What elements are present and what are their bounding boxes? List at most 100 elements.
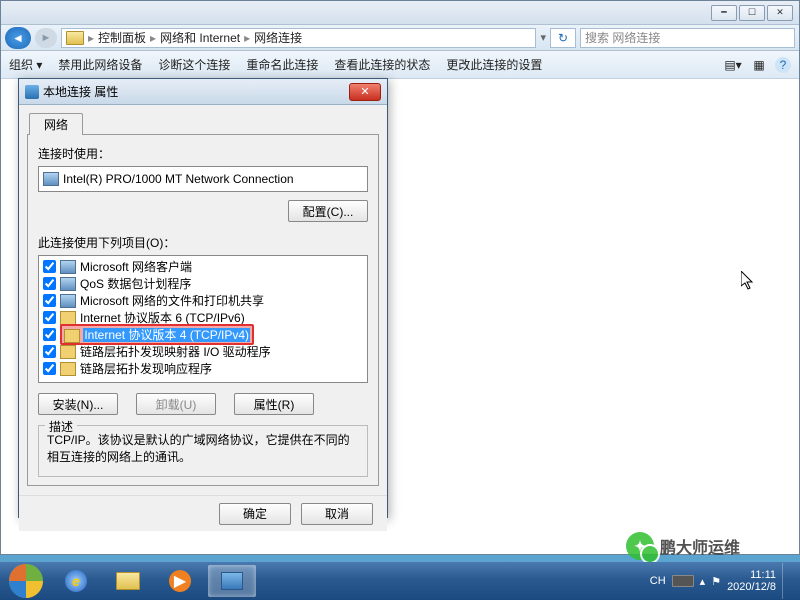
start-button[interactable] bbox=[4, 563, 48, 599]
command-bar: 组织 ▾ 禁用此网络设备 诊断这个连接 重命名此连接 查看此连接的状态 更改此连… bbox=[1, 51, 799, 79]
maximize-button[interactable]: ☐ bbox=[739, 5, 765, 21]
description-text: TCP/IP。该协议是默认的广域网络协议，它提供在不同的相互连接的网络上的通讯。 bbox=[47, 432, 359, 466]
minimize-button[interactable]: ━ bbox=[711, 5, 737, 21]
view-mode-icon[interactable]: ▤▾ bbox=[723, 56, 743, 74]
help-icon[interactable]: ? bbox=[775, 57, 791, 73]
language-indicator[interactable]: CH bbox=[650, 575, 666, 587]
ok-button[interactable]: 确定 bbox=[219, 503, 291, 525]
adapter-field: Intel(R) PRO/1000 MT Network Connection bbox=[38, 166, 368, 192]
component-icon bbox=[60, 311, 76, 325]
tray-date: 2020/12/8 bbox=[727, 581, 776, 593]
list-item: Microsoft 网络的文件和打印机共享 bbox=[39, 292, 367, 309]
item-checkbox[interactable] bbox=[43, 260, 56, 273]
dialog-titlebar: 本地连接 属性 ✕ bbox=[19, 79, 387, 105]
windows-logo-icon bbox=[9, 564, 43, 598]
description-legend: 描述 bbox=[45, 418, 77, 435]
taskbar-item-network[interactable] bbox=[208, 565, 256, 597]
adapter-name: Intel(R) PRO/1000 MT Network Connection bbox=[63, 172, 294, 186]
items-listbox[interactable]: Microsoft 网络客户端 QoS 数据包计划程序 Microsoft 网络… bbox=[38, 255, 368, 383]
tray-time: 11:11 bbox=[727, 569, 776, 581]
item-checkbox[interactable] bbox=[43, 311, 56, 324]
taskbar-item-wmp[interactable]: ▶ bbox=[156, 565, 204, 597]
adapter-icon bbox=[43, 172, 59, 186]
list-item: Microsoft 网络客户端 bbox=[39, 258, 367, 275]
breadcrumb-part[interactable]: 网络连接 bbox=[254, 29, 302, 46]
list-item: QoS 数据包计划程序 bbox=[39, 275, 367, 292]
list-item: 链路层拓扑发现响应程序 bbox=[39, 360, 367, 377]
back-button[interactable]: ◄ bbox=[5, 27, 31, 49]
item-checkbox[interactable] bbox=[43, 328, 56, 341]
breadcrumb-sep: ▸ bbox=[150, 31, 156, 45]
folder-icon bbox=[66, 31, 84, 45]
item-checkbox[interactable] bbox=[43, 345, 56, 358]
item-label: Internet 协议版本 4 (TCP/IPv4) bbox=[83, 328, 250, 342]
item-label: QoS 数据包计划程序 bbox=[80, 275, 191, 292]
cancel-button[interactable]: 取消 bbox=[301, 503, 373, 525]
change-settings-button[interactable]: 更改此连接的设置 bbox=[446, 56, 542, 73]
uninstall-button: 卸载(U) bbox=[136, 393, 216, 415]
search-placeholder: 搜索 网络连接 bbox=[585, 29, 660, 46]
list-item-selected: Internet 协议版本 4 (TCP/IPv4) bbox=[39, 326, 367, 343]
item-label: Microsoft 网络客户端 bbox=[80, 258, 192, 275]
item-checkbox[interactable] bbox=[43, 362, 56, 375]
item-label: 链路层拓扑发现响应程序 bbox=[80, 360, 212, 377]
item-checkbox[interactable] bbox=[43, 294, 56, 307]
wechat-icon: ✦ bbox=[626, 532, 654, 560]
dialog-title: 本地连接 属性 bbox=[43, 83, 118, 100]
breadcrumb-part[interactable]: 网络和 Internet bbox=[160, 29, 240, 46]
tab-strip: 网络 bbox=[19, 111, 387, 135]
list-item: 链路层拓扑发现映射器 I/O 驱动程序 bbox=[39, 343, 367, 360]
breadcrumb-part[interactable]: 控制面板 bbox=[98, 29, 146, 46]
tray-chevron-icon[interactable]: ▴ bbox=[700, 575, 706, 588]
properties-dialog: 本地连接 属性 ✕ 网络 连接时使用： Intel(R) PRO/1000 MT… bbox=[18, 78, 388, 518]
show-desktop-button[interactable] bbox=[782, 563, 790, 599]
breadcrumb[interactable]: ▸ 控制面板 ▸ 网络和 Internet ▸ 网络连接 bbox=[61, 28, 536, 48]
component-icon bbox=[60, 345, 76, 359]
item-label: 链路层拓扑发现映射器 I/O 驱动程序 bbox=[80, 343, 271, 360]
component-icon bbox=[60, 294, 76, 308]
clock[interactable]: 11:11 2020/12/8 bbox=[727, 569, 776, 593]
tab-network[interactable]: 网络 bbox=[29, 113, 83, 135]
component-icon bbox=[60, 277, 76, 291]
taskbar-item-ie[interactable]: e bbox=[52, 565, 100, 597]
ie-icon: e bbox=[65, 570, 87, 592]
refresh-button[interactable]: ↻ bbox=[550, 28, 576, 48]
configure-button[interactable]: 配置(C)... bbox=[288, 200, 368, 222]
install-button[interactable]: 安装(N)... bbox=[38, 393, 118, 415]
properties-button[interactable]: 属性(R) bbox=[234, 393, 314, 415]
rename-button[interactable]: 重命名此连接 bbox=[246, 56, 318, 73]
keyboard-icon[interactable] bbox=[672, 575, 694, 587]
network-icon bbox=[221, 572, 243, 590]
items-label: 此连接使用下列项目(O)： bbox=[38, 234, 368, 251]
component-icon bbox=[64, 329, 80, 343]
dialog-close-button[interactable]: ✕ bbox=[349, 83, 381, 101]
forward-button[interactable]: ► bbox=[35, 28, 57, 48]
taskbar-item-explorer[interactable] bbox=[104, 565, 152, 597]
tab-panel: 连接时使用： Intel(R) PRO/1000 MT Network Conn… bbox=[27, 134, 379, 486]
description-frame: 描述 TCP/IP。该协议是默认的广域网络协议，它提供在不同的相互连接的网络上的… bbox=[38, 425, 368, 477]
system-tray: CH ▴ ⚑ 11:11 2020/12/8 bbox=[650, 563, 796, 599]
breadcrumb-dropdown-icon[interactable]: ▾ bbox=[540, 31, 546, 44]
taskbar: e ▶ CH ▴ ⚑ 11:11 2020/12/8 bbox=[0, 562, 800, 600]
watermark: ✦ 鹏大师运维 bbox=[626, 532, 740, 560]
diagnose-button[interactable]: 诊断这个连接 bbox=[158, 56, 230, 73]
item-checkbox[interactable] bbox=[43, 277, 56, 290]
connection-icon bbox=[25, 85, 39, 99]
watermark-text: 鹏大师运维 bbox=[660, 534, 740, 558]
breadcrumb-sep: ▸ bbox=[88, 31, 94, 45]
search-input[interactable]: 搜索 网络连接 bbox=[580, 28, 795, 48]
action-center-icon[interactable]: ⚑ bbox=[711, 575, 721, 588]
component-icon bbox=[60, 260, 76, 274]
explorer-icon bbox=[116, 572, 140, 590]
item-label: Microsoft 网络的文件和打印机共享 bbox=[80, 292, 264, 309]
close-button[interactable]: ✕ bbox=[767, 5, 793, 21]
navigation-bar: ◄ ► ▸ 控制面板 ▸ 网络和 Internet ▸ 网络连接 ▾ ↻ 搜索 … bbox=[1, 25, 799, 51]
details-pane-icon[interactable]: ▦ bbox=[749, 56, 769, 74]
breadcrumb-sep: ▸ bbox=[244, 31, 250, 45]
wmp-icon: ▶ bbox=[169, 570, 191, 592]
view-status-button[interactable]: 查看此连接的状态 bbox=[334, 56, 430, 73]
disable-device-button[interactable]: 禁用此网络设备 bbox=[58, 56, 142, 73]
component-icon bbox=[60, 362, 76, 376]
organize-menu[interactable]: 组织 ▾ bbox=[9, 56, 42, 73]
window-titlebar: ━ ☐ ✕ bbox=[1, 1, 799, 25]
